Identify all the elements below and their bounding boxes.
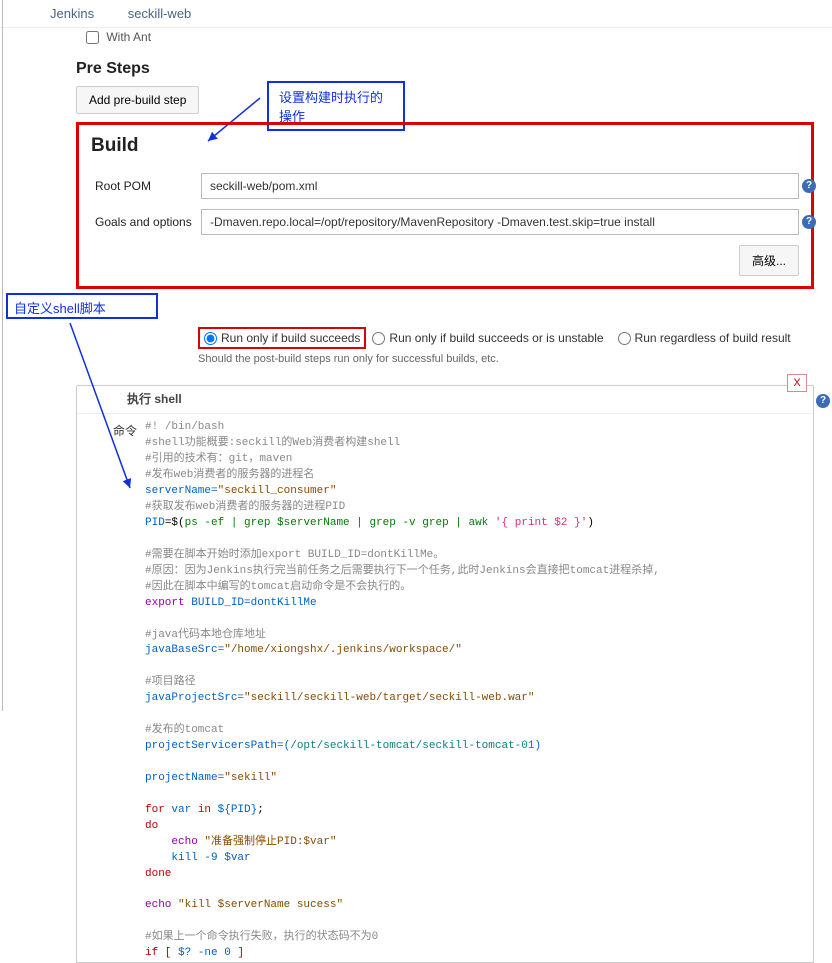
breadcrumb-jenkins[interactable]: Jenkins [50, 6, 94, 21]
add-pre-build-step-button[interactable]: Add pre-build step [76, 86, 199, 114]
shell-command-label: 命令 [85, 420, 145, 962]
post-steps-radio-group: Run only if build succeeds Run only if b… [198, 327, 814, 349]
shell-title: 执行 shell [127, 390, 182, 407]
root-pom-input[interactable] [201, 173, 799, 199]
post-steps-title: Post Steps [76, 301, 814, 319]
radio-unstable[interactable] [372, 332, 385, 345]
help-icon[interactable]: ? [802, 215, 816, 229]
execute-shell-section: X ? 执行 shell 命令 #! /bin/bash #shell功能概要:… [76, 385, 814, 963]
post-steps-hint: Should the post-build steps run only for… [198, 353, 814, 365]
help-icon[interactable]: ? [802, 179, 816, 193]
breadcrumb-project[interactable]: seckill-web [128, 6, 192, 21]
help-icon[interactable]: ? [816, 394, 830, 408]
goals-input[interactable] [201, 209, 799, 235]
build-section-highlight: Build Root POM ? Goals and options ? 高级.… [76, 122, 814, 289]
post-step-option-highlight: Run only if build succeeds [198, 327, 366, 349]
shell-command-textarea[interactable]: #! /bin/bash #shell功能概要:seckill的Web消费者构建… [145, 420, 805, 962]
goals-label: Goals and options [91, 215, 201, 229]
build-title: Build [91, 135, 799, 157]
annotation-custom-shell: 自定义shell脚本 [6, 293, 158, 319]
with-ant-checkbox[interactable] [86, 31, 99, 44]
advanced-button[interactable]: 高级... [739, 245, 799, 276]
radio-regardless[interactable] [618, 332, 631, 345]
root-pom-label: Root POM [91, 179, 201, 193]
radio-regardless-label: Run regardless of build result [635, 331, 791, 345]
radio-succeeds[interactable] [204, 332, 217, 345]
radio-unstable-label: Run only if build succeeds or is unstabl… [389, 331, 603, 345]
pre-steps-title: Pre Steps [76, 60, 814, 78]
radio-succeeds-label: Run only if build succeeds [221, 331, 360, 345]
with-ant-option: With Ant [76, 28, 814, 50]
breadcrumb: Jenkins seckill-web [0, 0, 832, 28]
with-ant-label: With Ant [106, 30, 151, 44]
